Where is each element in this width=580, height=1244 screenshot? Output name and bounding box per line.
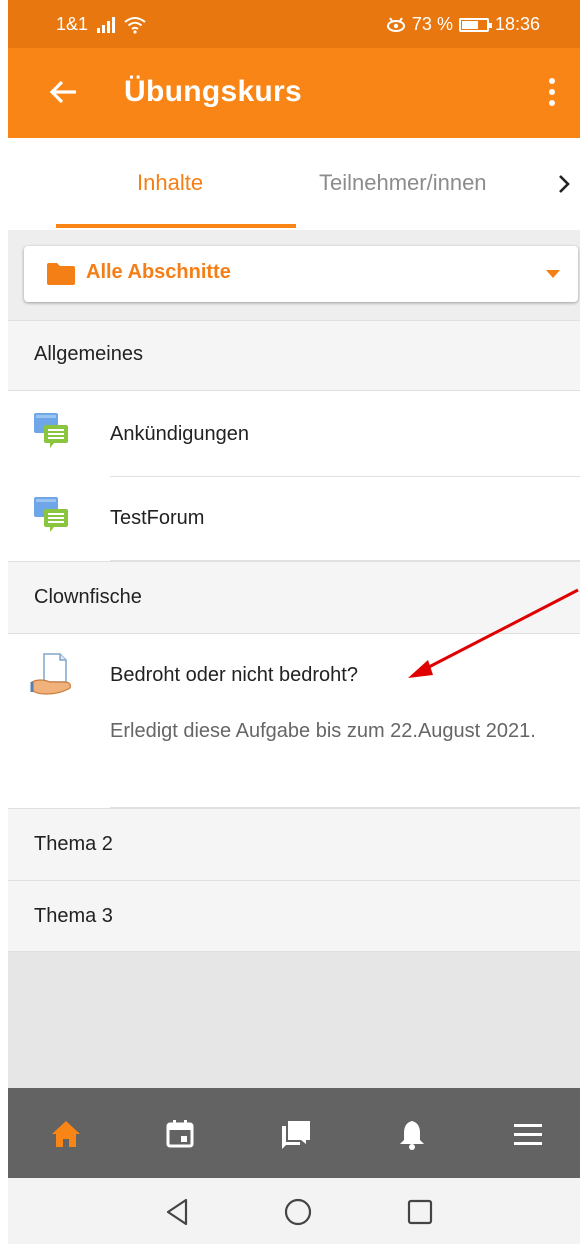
section-title: Thema 2 xyxy=(34,833,113,855)
section-title: Thema 3 xyxy=(34,905,113,927)
status-bar: 1&1 73 % 18:36 xyxy=(8,0,580,48)
page-title: Übungskurs xyxy=(124,75,303,108)
carrier-label: 1&1 xyxy=(56,14,89,34)
item-label: Ankündigungen xyxy=(110,423,250,445)
menu-icon[interactable] xyxy=(512,1118,544,1150)
messages-icon[interactable] xyxy=(280,1118,312,1150)
item-label: Bedroht oder nicht bedroht? xyxy=(110,664,358,686)
item-label: TestForum xyxy=(110,507,205,529)
signal-icon xyxy=(97,16,116,33)
section-filter-area: Alle Abschnitte xyxy=(8,230,580,322)
eye-comfort-icon xyxy=(386,16,405,32)
clock: 18:36 xyxy=(494,14,540,34)
list-item-assignment[interactable]: Bedroht oder nicht bedroht? Erledigt die… xyxy=(8,633,580,809)
more-options-icon[interactable] xyxy=(540,76,564,110)
tab-teilnehmer[interactable]: Teilnehmer/innen xyxy=(319,170,487,196)
wifi-icon xyxy=(124,16,146,34)
home-icon[interactable] xyxy=(50,1118,82,1150)
tab-inhalte[interactable]: Inhalte xyxy=(137,170,203,196)
battery-percent: 73 % xyxy=(411,14,453,34)
bottom-navigation xyxy=(8,1088,580,1178)
dropdown-label: Alle Abschnitte xyxy=(86,261,231,283)
item-description: Erledigt diese Aufgabe bis zum 22.August… xyxy=(110,720,536,742)
list-item-testforum[interactable]: TestForum xyxy=(8,477,580,561)
system-recents-icon[interactable] xyxy=(402,1194,438,1230)
chevron-right-icon[interactable] xyxy=(554,172,574,196)
section-header-allgemeines[interactable]: Allgemeines xyxy=(8,320,580,390)
assignment-icon xyxy=(30,653,71,695)
forum-icon xyxy=(34,497,68,532)
folder-icon xyxy=(47,263,75,285)
battery-icon xyxy=(458,17,492,32)
section-header-thema-2[interactable]: Thema 2 xyxy=(8,808,580,880)
app-bar: Übungskurs xyxy=(8,48,580,138)
bell-icon[interactable] xyxy=(396,1118,428,1150)
back-arrow-icon[interactable] xyxy=(44,72,84,112)
system-navigation-bar xyxy=(8,1178,580,1244)
forum-icon xyxy=(34,413,68,448)
section-header-clownfische[interactable]: Clownfische xyxy=(8,561,580,633)
system-back-icon[interactable] xyxy=(160,1194,196,1230)
section-title: Allgemeines xyxy=(34,343,143,365)
dropdown-caret-icon xyxy=(546,270,560,278)
section-title: Clownfische xyxy=(34,586,142,608)
empty-content-area xyxy=(8,952,580,1088)
calendar-icon[interactable] xyxy=(164,1118,196,1150)
section-header-thema-3[interactable]: Thema 3 xyxy=(8,880,580,952)
tab-bar: Inhalte Teilnehmer/innen xyxy=(8,138,580,230)
active-tab-indicator xyxy=(56,224,296,228)
list-item-ankuendigungen[interactable]: Ankündigungen xyxy=(8,390,580,477)
system-home-icon[interactable] xyxy=(280,1194,316,1230)
section-dropdown[interactable]: Alle Abschnitte xyxy=(24,246,578,302)
